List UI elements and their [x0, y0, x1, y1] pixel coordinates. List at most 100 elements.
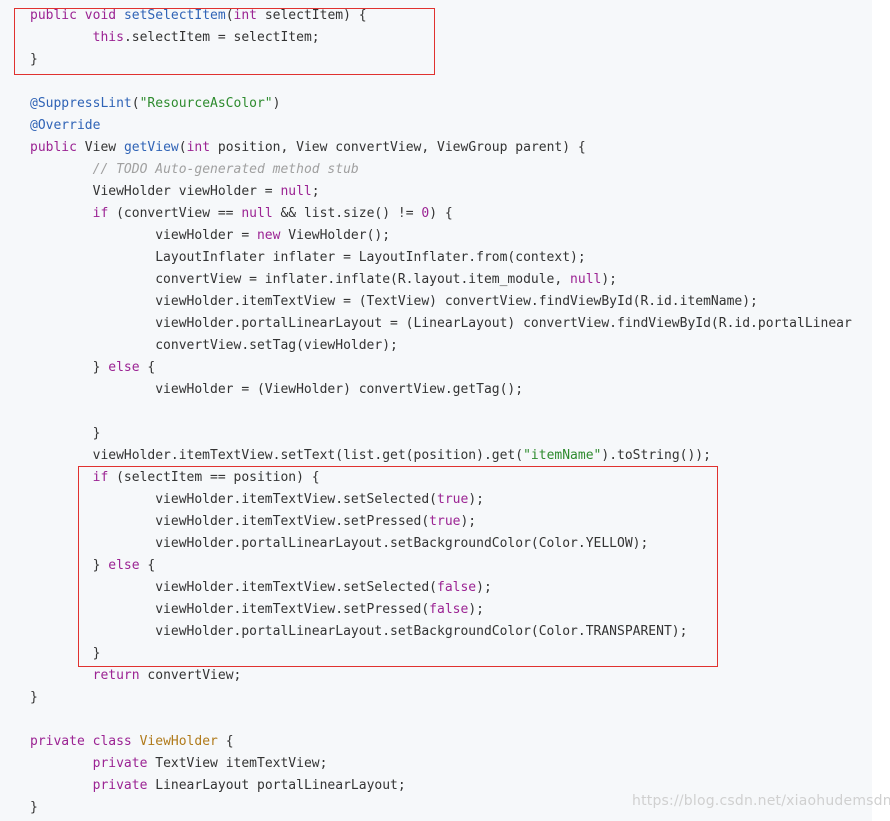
- code-token: convertView.setTag(viewHolder);: [30, 338, 398, 353]
- code-token: viewHolder.itemTextView.setText(list.get…: [30, 448, 524, 463]
- code-token: LayoutInflater inflater = LayoutInflater…: [30, 250, 586, 265]
- code-token: }: [30, 558, 109, 573]
- code-line: viewHolder.portalLinearLayout.setBackgro…: [30, 621, 852, 643]
- code-token: void: [84, 8, 124, 23]
- code-line: @Override: [30, 115, 852, 137]
- code-token: viewHolder.portalLinearLayout.setBackgro…: [30, 536, 649, 551]
- code-line: private class ViewHolder {: [30, 731, 852, 753]
- code-token: int: [233, 8, 265, 23]
- code-token: class: [92, 734, 140, 749]
- code-token: }: [30, 800, 38, 815]
- code-line: viewHolder.itemTextView = (TextView) con…: [30, 291, 852, 313]
- code-token: position, View convertView, ViewGroup pa…: [217, 140, 586, 155]
- code-line: ViewHolder viewHolder = null;: [30, 181, 852, 203]
- code-token: true: [429, 514, 461, 529]
- code-token: }: [30, 52, 38, 67]
- code-line: this.selectItem = selectItem;: [30, 27, 852, 49]
- code-token: false: [429, 602, 469, 617]
- code-token: getView: [123, 140, 179, 155]
- code-token: null: [241, 206, 281, 221]
- code-line: private TextView itemTextView;: [30, 753, 852, 775]
- page-margin: [872, 0, 890, 821]
- code-token: ViewHolder viewHolder =: [30, 184, 281, 199]
- code-line: viewHolder.itemTextView.setSelected(fals…: [30, 577, 852, 599]
- code-token: this: [92, 30, 124, 45]
- code-token: private: [92, 756, 156, 771]
- code-line: convertView = inflater.inflate(R.layout.…: [30, 269, 852, 291]
- code-token: else: [108, 360, 148, 375]
- code-token: viewHolder.itemTextView.setPressed(: [30, 602, 430, 617]
- code-token: .selectItem = selectItem;: [123, 30, 320, 45]
- code-token: // TODO Auto-generated method stub: [92, 162, 359, 177]
- code-line: // TODO Auto-generated method stub: [30, 159, 852, 181]
- code-token: );: [601, 272, 618, 287]
- code-line: }: [30, 643, 852, 665]
- code-token: );: [468, 492, 484, 507]
- code-token: }: [30, 646, 101, 661]
- code-token: ) {: [429, 206, 453, 221]
- code-token: viewHolder.itemTextView.setSelected(: [30, 492, 437, 507]
- code-token: (: [225, 8, 234, 23]
- code-token: viewHolder.portalLinearLayout.setBackgro…: [30, 624, 688, 639]
- code-token: "ResourceAsColor": [139, 96, 273, 111]
- code-line: LayoutInflater inflater = LayoutInflater…: [30, 247, 852, 269]
- code-token: convertView = inflater.inflate(R.layout.…: [30, 272, 571, 287]
- code-token: int: [186, 140, 218, 155]
- code-line: } else {: [30, 357, 852, 379]
- code-token: }: [30, 690, 38, 705]
- code-token: ): [272, 96, 281, 111]
- code-line: viewHolder.itemTextView.setSelected(true…: [30, 489, 852, 511]
- code-listing: public void setSelectItem(int selectItem…: [30, 5, 852, 819]
- code-token: );: [476, 580, 492, 595]
- code-token: (: [178, 140, 187, 155]
- code-token: public: [30, 140, 85, 155]
- code-token: null: [280, 184, 312, 199]
- code-line: viewHolder = new ViewHolder();: [30, 225, 852, 247]
- code-token: viewHolder.itemTextView.setPressed(: [30, 514, 430, 529]
- code-token: false: [437, 580, 477, 595]
- code-token: viewHolder.portalLinearLayout = (LinearL…: [30, 316, 852, 331]
- code-token: "itemName": [523, 448, 602, 463]
- code-line: viewHolder.portalLinearLayout = (LinearL…: [30, 313, 852, 335]
- code-token: private: [30, 734, 93, 749]
- code-token: LinearLayout portalLinearLayout;: [155, 778, 406, 793]
- code-token: }: [30, 360, 109, 375]
- code-token: convertView;: [147, 668, 242, 683]
- code-token: );: [468, 602, 484, 617]
- code-token: null: [570, 272, 602, 287]
- code-token: if: [92, 470, 117, 485]
- code-token: else: [108, 558, 148, 573]
- code-line: }: [30, 49, 852, 71]
- code-token: selectItem) {: [264, 8, 367, 23]
- watermark-text: https://blog.csdn.net/xiaohudemsdn: [632, 793, 890, 809]
- code-line: convertView.setTag(viewHolder);: [30, 335, 852, 357]
- code-line: public View getView(int position, View c…: [30, 137, 852, 159]
- code-token: ViewHolder();: [288, 228, 391, 243]
- code-line: if (convertView == null && list.size() !…: [30, 203, 852, 225]
- code-token: ;: [311, 184, 320, 199]
- code-line: viewHolder = (ViewHolder) convertView.ge…: [30, 379, 852, 401]
- code-token: {: [147, 360, 156, 375]
- code-token: viewHolder.itemTextView.setSelected(: [30, 580, 437, 595]
- code-line: }: [30, 687, 852, 709]
- code-line: viewHolder.itemTextView.setPressed(false…: [30, 599, 852, 621]
- code-line: @SuppressLint("ResourceAsColor"): [30, 93, 852, 115]
- code-token: View: [84, 140, 124, 155]
- code-line: } else {: [30, 555, 852, 577]
- code-token: viewHolder = (ViewHolder) convertView.ge…: [30, 382, 524, 397]
- code-line: return convertView;: [30, 665, 852, 687]
- code-token: {: [225, 734, 234, 749]
- code-token: if: [92, 206, 117, 221]
- code-token: (: [131, 96, 140, 111]
- code-line: viewHolder.portalLinearLayout.setBackgro…: [30, 533, 852, 555]
- code-token: ).toString());: [601, 448, 711, 463]
- code-token: }: [30, 426, 101, 441]
